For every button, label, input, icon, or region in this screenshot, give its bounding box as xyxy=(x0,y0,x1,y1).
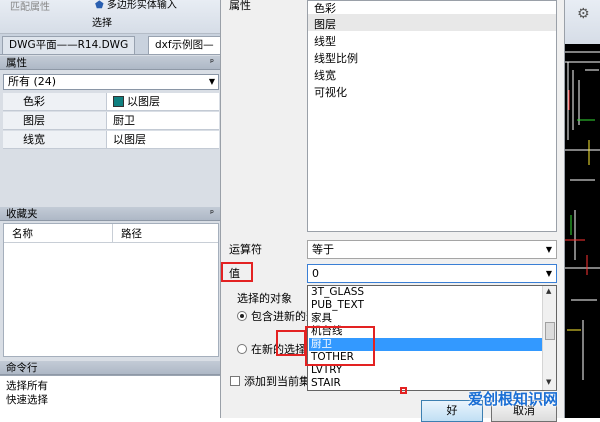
command-pane-header: 命令行 xyxy=(0,361,220,375)
list-item[interactable]: 线宽 xyxy=(314,67,336,83)
pin-icon[interactable]: ᵖ xyxy=(210,56,214,70)
value-select[interactable]: 0 ▼ xyxy=(307,264,557,283)
list-item[interactable]: 线型 xyxy=(314,33,336,49)
exclude-radio[interactable] xyxy=(237,344,247,354)
list-item[interactable]: 可视化 xyxy=(314,84,347,100)
cad-left-panel: 匹配属性 ⬟ 多边形实体输入 选择 DWG平面——R14.DWG dxf示例图—… xyxy=(0,0,232,419)
property-row-color[interactable]: 色彩 以图层 xyxy=(3,93,219,111)
quick-select-dialog: 属性 色彩 图层 线型 线型比例 线宽 可视化 运算符 等于 ▼ 值 0 ▼ 选… xyxy=(220,0,565,422)
select-group-label: 选择 xyxy=(92,18,112,29)
dropdown-option[interactable]: 家具 xyxy=(309,312,545,325)
cad-drawing-canvas[interactable]: ⚙ xyxy=(565,0,600,418)
add-to-current-checkbox[interactable] xyxy=(230,376,240,386)
ribbon-toolbar: 匹配属性 ⬟ 多边形实体输入 选择 xyxy=(0,0,220,34)
dropdown-option[interactable]: 3T_GLASS xyxy=(309,286,545,299)
match-properties-button[interactable]: 匹配属性 xyxy=(10,0,50,13)
chevron-down-icon: ▼ xyxy=(545,245,552,254)
column-name[interactable]: 名称 xyxy=(12,226,33,241)
annotation-mark xyxy=(400,387,407,394)
scroll-thumb[interactable] xyxy=(545,322,555,340)
polygon-entity-input-button[interactable]: ⬟ 多边形实体输入 xyxy=(95,0,177,11)
watermark-text: 爱创根知识网 xyxy=(468,390,559,408)
dropdown-option[interactable]: PUB_TEXT xyxy=(309,299,545,312)
list-item[interactable]: 线型比例 xyxy=(314,50,358,66)
favorites-pane-header: 收藏夹 ᵖ xyxy=(0,207,220,221)
property-row-layer[interactable]: 图层 厨卫 xyxy=(3,112,219,130)
scroll-down-icon[interactable]: ▼ xyxy=(546,378,551,386)
property-label: 属性 xyxy=(229,0,251,12)
selected-row-highlight xyxy=(308,14,556,31)
column-path[interactable]: 路径 xyxy=(121,226,142,241)
favorites-table-header xyxy=(4,224,218,243)
color-swatch xyxy=(113,95,124,107)
operator-select[interactable]: 等于 ▼ xyxy=(307,240,557,259)
properties-pane-header: 属性 ᵖ xyxy=(0,56,220,70)
operator-label: 运算符 xyxy=(229,243,262,256)
pin-icon[interactable]: ᵖ xyxy=(210,207,214,221)
add-to-current-label[interactable]: 添加到当前集 xyxy=(244,373,310,389)
command-output: 选择所有 快速选择 xyxy=(0,375,220,419)
favorites-table: 名称 路径 xyxy=(3,223,219,357)
list-item[interactable]: 图层 xyxy=(314,16,336,32)
property-row-linewidth[interactable]: 线宽 以图层 xyxy=(3,131,219,149)
tab-dwg-r14[interactable]: DWG平面——R14.DWG xyxy=(2,36,136,54)
property-listbox[interactable]: 色彩 图层 线型 线型比例 线宽 可视化 xyxy=(307,0,557,232)
annotation-box-option xyxy=(305,326,375,366)
annotation-box-radio xyxy=(276,330,306,356)
target-group-label: 选择的对象 xyxy=(237,292,292,305)
include-radio[interactable] xyxy=(237,311,247,321)
scroll-up-icon[interactable]: ▲ xyxy=(546,287,551,295)
list-item[interactable]: 色彩 xyxy=(314,0,336,16)
chevron-down-icon: ▼ xyxy=(208,77,215,86)
dropdown-scrollbar[interactable]: ▲ ▼ xyxy=(542,286,556,390)
document-tabs: DWG平面——R14.DWG dxf示例图— xyxy=(0,34,232,55)
chevron-down-icon: ▼ xyxy=(545,269,552,278)
drawing-lines xyxy=(565,51,600,380)
polygon-icon: ⬟ xyxy=(95,0,104,11)
annotation-box-value-label xyxy=(221,262,253,282)
properties-filter-select[interactable]: 所有 (24) ▼ xyxy=(3,74,219,90)
